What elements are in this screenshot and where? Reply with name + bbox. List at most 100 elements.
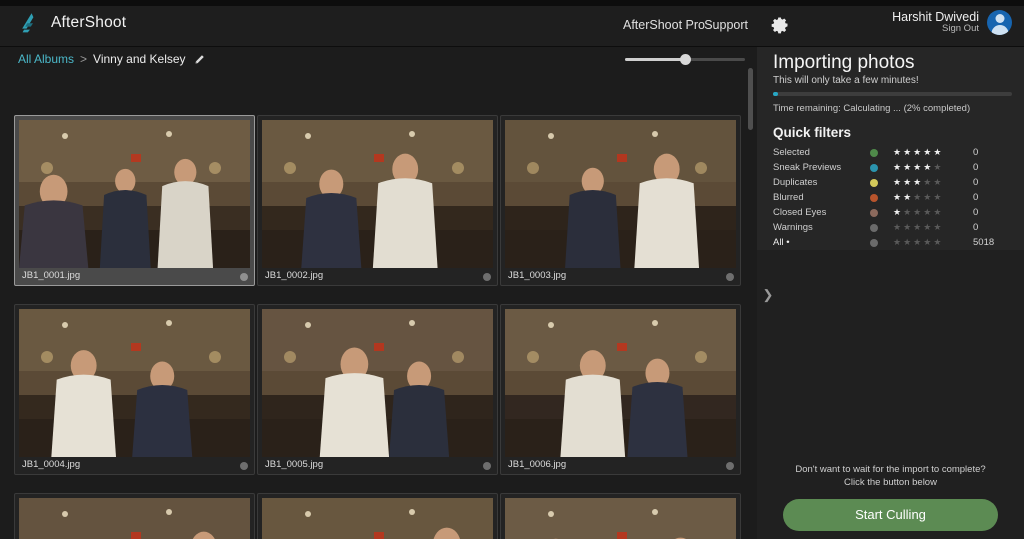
quick-filter-color-dot[interactable]	[870, 193, 878, 202]
import-title: Importing photos	[773, 52, 915, 73]
photo-thumbnail-cell[interactable]	[500, 493, 741, 539]
sign-out-link[interactable]: Sign Out	[892, 23, 979, 35]
quick-filter-row[interactable]: Sneak Previews ★ ★ ★ ★ ★ 0	[773, 160, 1012, 175]
thumbnail-size-slider[interactable]	[625, 52, 745, 66]
photo-thumbnail-footer: JB1_0004.jpg	[15, 457, 254, 474]
photo-thumbnail-image[interactable]	[19, 309, 250, 457]
quick-filter-color-dot[interactable]	[870, 163, 878, 172]
photo-thumbnail-footer: JB1_0005.jpg	[258, 457, 497, 474]
star-icon: ★	[913, 192, 922, 202]
user-avatar-icon[interactable]	[987, 10, 1012, 36]
gallery-scrollbar[interactable]	[748, 68, 753, 530]
photo-filename: JB1_0006.jpg	[508, 459, 567, 470]
quick-filter-label: Blurred	[773, 192, 804, 203]
slider-thumb[interactable]	[680, 54, 691, 65]
star-icon: ★	[933, 162, 942, 172]
star-icon: ★	[923, 147, 932, 157]
quick-filter-color-dot[interactable]	[870, 148, 878, 157]
star-icon: ★	[903, 237, 912, 247]
photo-thumbnail-cell[interactable]	[14, 493, 255, 539]
breadcrumb-all-albums[interactable]: All Albums	[18, 52, 74, 66]
photo-thumbnail-footer: JB1_0006.jpg	[501, 457, 740, 474]
quick-filter-label: Warnings	[773, 222, 813, 233]
import-progress-fill	[773, 92, 778, 96]
quick-filter-color-dot[interactable]	[870, 238, 878, 247]
photo-thumbnail-cell[interactable]	[257, 493, 498, 539]
breadcrumb: All Albums > Vinny and Kelsey	[18, 52, 205, 66]
photo-thumbnail-cell[interactable]: JB1_0004.jpg	[14, 304, 255, 475]
quick-filter-row[interactable]: Selected ★ ★ ★ ★ ★ 0	[773, 145, 1012, 160]
account-name: Harshit Dwivedi	[892, 10, 979, 24]
nav-support[interactable]: Support	[704, 18, 748, 32]
photo-status-dot[interactable]	[240, 462, 248, 470]
gallery-pane: JB1_0001.jpg JB1_0002.jpg JB1_0003.jpg JB1_…	[0, 47, 757, 539]
nav-aftershoot-pro[interactable]: AfterShoot Pro	[623, 18, 705, 32]
quick-filter-row[interactable]: Duplicates ★ ★ ★ ★ ★ 0	[773, 175, 1012, 190]
photo-thumbnail-image[interactable]	[505, 498, 736, 539]
star-icon: ★	[893, 222, 902, 232]
photo-status-dot[interactable]	[726, 462, 734, 470]
gallery-scrollbar-thumb[interactable]	[748, 68, 753, 130]
account-area: Harshit Dwivedi Sign Out	[892, 10, 1012, 36]
quick-filter-row[interactable]: Closed Eyes ★ ★ ★ ★ ★ 0	[773, 205, 1012, 220]
quick-filter-label: All •	[773, 237, 790, 248]
photo-filename: JB1_0005.jpg	[265, 459, 324, 470]
star-icon: ★	[933, 237, 942, 247]
photo-filename: JB1_0001.jpg	[22, 270, 81, 281]
quick-filter-rating-stars[interactable]: ★ ★ ★ ★ ★	[893, 148, 941, 157]
cta-line-1: Don't want to wait for the import to com…	[795, 464, 986, 476]
chevron-right-icon[interactable]: ❯	[760, 285, 776, 305]
gear-icon[interactable]	[770, 15, 790, 35]
photo-thumbnail-cell[interactable]: JB1_0002.jpg	[257, 115, 498, 286]
photo-thumbnail-footer: JB1_0001.jpg	[15, 268, 254, 285]
photo-status-dot[interactable]	[483, 462, 491, 470]
photo-thumbnail-cell[interactable]: JB1_0001.jpg	[14, 115, 255, 286]
photo-thumbnail-image[interactable]	[262, 498, 493, 539]
photo-thumbnail-image[interactable]	[19, 498, 250, 539]
star-icon: ★	[903, 147, 912, 157]
quick-filter-row[interactable]: Blurred ★ ★ ★ ★ ★ 0	[773, 190, 1012, 205]
quick-filter-color-dot[interactable]	[870, 208, 878, 217]
quick-filter-row[interactable]: All • ★ ★ ★ ★ ★ 5018	[773, 235, 1012, 250]
star-icon: ★	[933, 147, 942, 157]
photo-thumbnail-image[interactable]	[262, 120, 493, 268]
quick-filter-count: 0	[973, 162, 979, 173]
photo-thumbnail-image[interactable]	[19, 120, 250, 268]
photo-filename: JB1_0004.jpg	[22, 459, 81, 470]
quick-filter-rating-stars[interactable]: ★ ★ ★ ★ ★	[893, 178, 941, 187]
aftershoot-app-window: AfterShoot AfterShoot Pro Support Harshi…	[0, 0, 1024, 539]
start-culling-button[interactable]: Start Culling	[783, 499, 998, 531]
star-icon: ★	[923, 177, 932, 187]
star-icon: ★	[933, 222, 942, 232]
star-icon: ★	[893, 207, 902, 217]
import-subtitle: This will only take a few minutes!	[773, 75, 919, 86]
quick-filter-color-dot[interactable]	[870, 178, 878, 187]
star-icon: ★	[923, 222, 932, 232]
photo-status-dot[interactable]	[483, 273, 491, 281]
star-icon: ★	[893, 237, 902, 247]
quick-filter-rating-stars[interactable]: ★ ★ ★ ★ ★	[893, 193, 941, 202]
pencil-icon[interactable]	[194, 54, 205, 65]
quick-filter-label: Selected	[773, 147, 810, 158]
star-icon: ★	[913, 222, 922, 232]
star-icon: ★	[933, 177, 942, 187]
photo-thumbnail-cell[interactable]: JB1_0006.jpg	[500, 304, 741, 475]
photo-thumbnail-image[interactable]	[262, 309, 493, 457]
photo-filename: JB1_0002.jpg	[265, 270, 324, 281]
photo-status-dot[interactable]	[726, 273, 734, 281]
photo-status-dot[interactable]	[240, 273, 248, 281]
quick-filter-rating-stars[interactable]: ★ ★ ★ ★ ★	[893, 223, 941, 232]
import-progress-label: Time remaining: Calculating ... (2% comp…	[773, 103, 971, 114]
quick-filter-row[interactable]: Warnings ★ ★ ★ ★ ★ 0	[773, 220, 1012, 235]
quick-filter-color-dot[interactable]	[870, 223, 878, 232]
star-icon: ★	[903, 192, 912, 202]
photo-thumbnail-image[interactable]	[505, 120, 736, 268]
account-text: Harshit Dwivedi Sign Out	[892, 10, 979, 35]
quick-filter-rating-stars[interactable]: ★ ★ ★ ★ ★	[893, 163, 941, 172]
quick-filter-rating-stars[interactable]: ★ ★ ★ ★ ★	[893, 208, 941, 217]
photo-thumbnail-image[interactable]	[505, 309, 736, 457]
photo-thumbnail-cell[interactable]: JB1_0003.jpg	[500, 115, 741, 286]
photo-thumbnail-cell[interactable]: JB1_0005.jpg	[257, 304, 498, 475]
photo-grid: JB1_0001.jpg JB1_0002.jpg JB1_0003.jpg JB1_…	[14, 115, 747, 539]
quick-filter-rating-stars[interactable]: ★ ★ ★ ★ ★	[893, 238, 941, 247]
